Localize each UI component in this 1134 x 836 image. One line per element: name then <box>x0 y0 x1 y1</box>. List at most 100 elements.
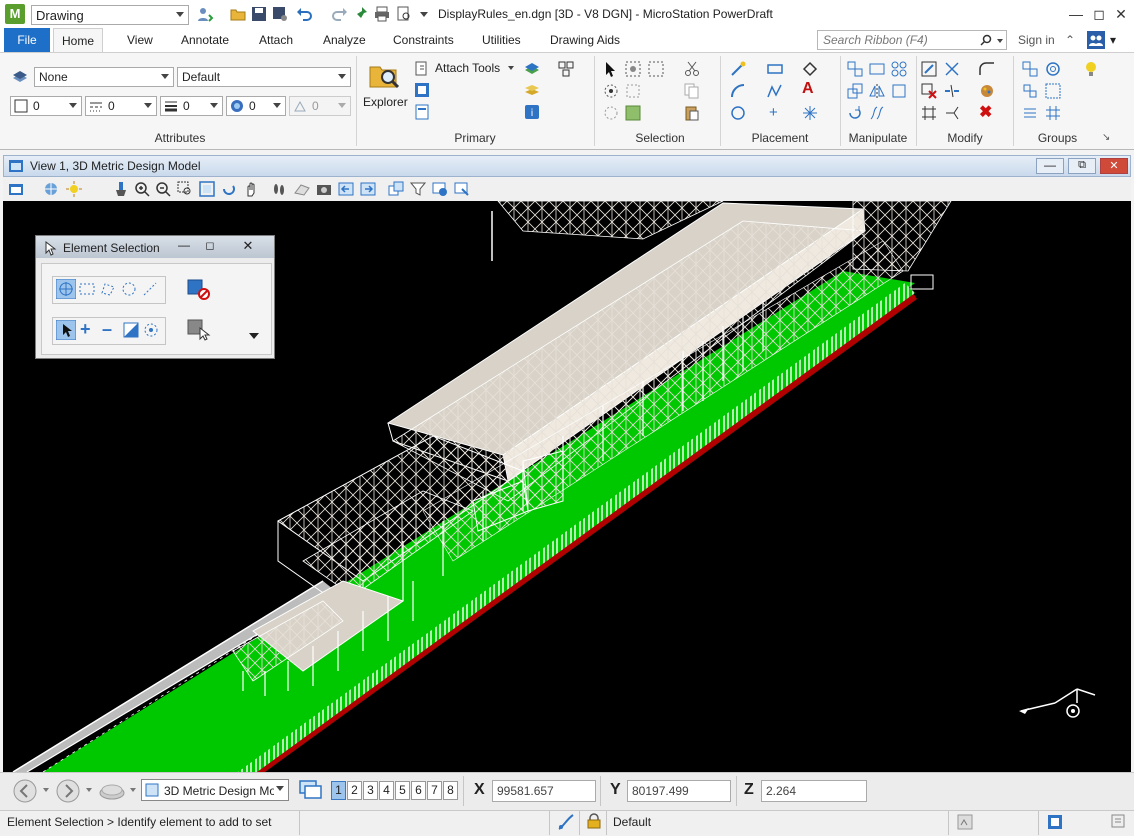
power-selector-icon[interactable] <box>625 61 641 77</box>
qat-customize-icon[interactable] <box>420 12 428 17</box>
level-display-icon[interactable] <box>524 61 540 77</box>
view-attributes-icon[interactable] <box>8 181 24 197</box>
level-manager-icon[interactable] <box>12 69 28 85</box>
group-icon[interactable] <box>1022 61 1038 77</box>
move-icon[interactable] <box>869 61 885 77</box>
view-previous-icon[interactable] <box>338 181 354 197</box>
user-profile-icon[interactable] <box>1087 31 1105 49</box>
tab-file[interactable]: File <box>4 28 50 52</box>
pan-view-icon[interactable] <box>243 181 259 197</box>
zoom-in-icon[interactable] <box>134 181 150 197</box>
place-text-icon[interactable]: A <box>802 80 814 98</box>
workflow-combo[interactable]: Drawing <box>31 5 189 25</box>
insert-vertex-icon[interactable] <box>921 105 937 121</box>
collapse-ribbon-icon[interactable]: ⌃ <box>1065 33 1075 47</box>
delete-vertex-icon[interactable] <box>921 83 937 99</box>
view-toggle-2[interactable]: 2 <box>347 781 362 800</box>
models-icon[interactable] <box>414 82 430 98</box>
break-icon[interactable] <box>944 83 960 99</box>
search-ribbon-input[interactable]: Search Ribbon (F4) <box>817 30 1007 50</box>
design-file-icon[interactable] <box>956 813 974 831</box>
select-all-icon[interactable] <box>603 83 619 99</box>
fillet-icon[interactable] <box>979 61 995 77</box>
place-shape-icon[interactable] <box>802 61 818 77</box>
close-icon[interactable]: ✕ <box>1111 6 1131 22</box>
element-selection-icon[interactable] <box>603 61 619 77</box>
copy-icon[interactable] <box>684 83 700 99</box>
array-icon[interactable] <box>891 61 907 77</box>
select-box-icon[interactable] <box>648 61 664 77</box>
dialog-launcher-icon[interactable]: ↘ <box>1102 132 1110 143</box>
change-attributes-icon[interactable] <box>979 83 995 99</box>
copy-view-icon[interactable] <box>388 181 404 197</box>
subtract-mode-icon[interactable]: – <box>102 319 112 340</box>
place-cell-icon[interactable] <box>802 105 818 121</box>
select-all-mode-icon[interactable] <box>143 322 159 338</box>
help-icon[interactable]: ▾ <box>1110 33 1116 47</box>
block-method-icon[interactable] <box>79 281 95 297</box>
shape-method-icon[interactable] <box>100 281 116 297</box>
y-coordinate-field[interactable]: 80197.499 <box>627 780 731 802</box>
user-icon[interactable] <box>197 6 213 22</box>
x-coordinate-field[interactable]: 99581.657 <box>492 780 596 802</box>
layers-icon[interactable] <box>524 82 540 98</box>
select-by-attributes-icon[interactable] <box>625 83 641 99</box>
mirror-icon[interactable] <box>869 83 885 99</box>
tab-home[interactable]: Home <box>53 28 104 53</box>
minimize-icon[interactable]: — <box>1066 6 1086 22</box>
grid-icon[interactable] <box>1045 105 1061 121</box>
sign-in-link[interactable]: Sign in <box>1018 33 1055 47</box>
circle-method-icon[interactable] <box>121 281 137 297</box>
model-combo[interactable]: 3D Metric Design Mo <box>141 779 289 801</box>
camera-icon[interactable] <box>316 181 332 197</box>
tab-attach[interactable]: Attach <box>251 28 301 52</box>
tab-analyze[interactable]: Analyze <box>315 28 374 52</box>
selection-tool-settings-icon[interactable] <box>187 319 211 341</box>
view-toggle-3[interactable]: 3 <box>363 781 378 800</box>
delete-icon[interactable]: ✖ <box>979 102 992 122</box>
tab-constraints[interactable]: Constraints <box>385 28 462 52</box>
invert-mode-icon[interactable] <box>123 322 139 338</box>
chevron-down-icon[interactable] <box>86 788 92 792</box>
priority-combo[interactable]: 0 <box>289 96 351 116</box>
view-toggle-5[interactable]: 5 <box>395 781 410 800</box>
lasso-select-icon[interactable] <box>603 105 619 121</box>
color-combo[interactable]: 0 <box>10 96 82 116</box>
expand-dialog-icon[interactable] <box>249 333 259 339</box>
update-view-icon[interactable] <box>113 181 129 197</box>
attach-tools-button[interactable]: Attach Tools <box>435 61 500 75</box>
line-style-combo[interactable]: 0 <box>85 96 157 116</box>
lock-icon[interactable] <box>587 813 601 829</box>
graphic-group-icon[interactable] <box>1045 83 1061 99</box>
selection-filter-icon[interactable] <box>625 105 641 121</box>
view-window-title-bar[interactable]: View 1, 3D Metric Design Model — ⧉ ✕ <box>3 155 1131 177</box>
save-settings-icon[interactable] <box>272 6 288 22</box>
rotate-icon[interactable] <box>847 105 863 121</box>
active-level-status[interactable]: Default <box>613 815 651 829</box>
explorer-button[interactable]: Explorer <box>362 57 408 115</box>
forward-icon[interactable] <box>56 779 80 803</box>
print-icon[interactable] <box>374 6 390 22</box>
view-toggle-4[interactable]: 4 <box>379 781 394 800</box>
info-icon[interactable]: i <box>524 104 540 120</box>
align-icon[interactable] <box>891 83 907 99</box>
chevron-down-icon[interactable] <box>43 788 49 792</box>
ungroup-icon[interactable] <box>1022 83 1038 99</box>
place-circle-icon[interactable] <box>730 105 746 121</box>
trim-icon[interactable] <box>944 61 960 77</box>
view-minimize-icon[interactable]: — <box>1036 158 1064 174</box>
properties-icon[interactable] <box>414 104 430 120</box>
view-toggle-6[interactable]: 6 <box>411 781 426 800</box>
line-weight-combo[interactable]: 0 <box>160 96 223 116</box>
app-icon[interactable]: M <box>5 4 25 24</box>
saved-views-icon[interactable] <box>432 181 448 197</box>
print-preview-icon[interactable] <box>396 6 412 22</box>
dialog-title-bar[interactable]: Element Selection — ◻ ✕ <box>36 236 274 258</box>
redo-icon[interactable] <box>332 6 348 22</box>
stretch-icon[interactable] <box>869 105 885 121</box>
light-bulb-icon[interactable] <box>1083 61 1099 77</box>
view-sections-icon[interactable] <box>454 181 470 197</box>
named-group-icon[interactable] <box>1045 61 1061 77</box>
view-restore-icon[interactable]: ⧉ <box>1068 158 1096 174</box>
place-point-icon[interactable]: + <box>769 104 778 121</box>
